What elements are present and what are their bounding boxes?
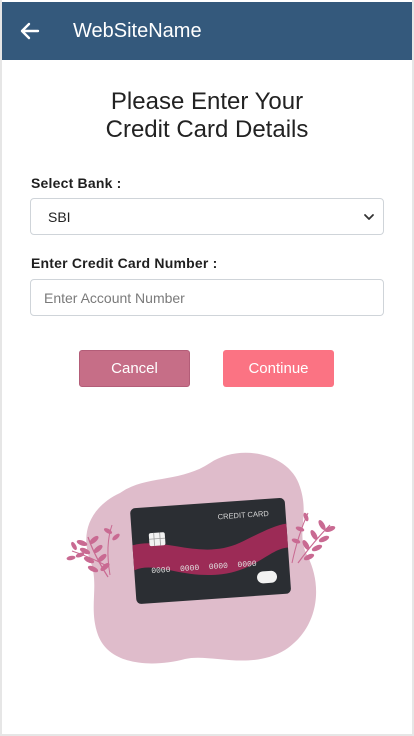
page-title-line-1: Please Enter Your — [110, 88, 304, 115]
credit-card-illustration: CREDIT CARD 0000 0000 0000 0000 — [66, 452, 336, 664]
card-logo-icon — [257, 570, 278, 584]
chip-icon — [148, 532, 166, 547]
site-name[interactable]: WebSiteName — [73, 20, 202, 43]
page-title: Please Enter Your Credit Card Details — [0, 88, 414, 144]
bank-select-value: SBI — [48, 208, 71, 225]
arrow-left-icon — [20, 22, 40, 40]
top-nav-bar: WebSiteName — [2, 2, 412, 60]
credit-card: CREDIT CARD 0000 0000 0000 0000 — [130, 498, 291, 604]
card-number-input[interactable] — [30, 279, 384, 316]
cancel-button[interactable]: Cancel — [79, 350, 190, 387]
bank-select[interactable]: SBI — [30, 198, 384, 235]
chevron-down-icon — [364, 214, 374, 220]
continue-button[interactable]: Continue — [223, 350, 334, 387]
select-bank-label: Select Bank : — [31, 175, 122, 191]
back-button[interactable] — [2, 2, 58, 60]
page-title-line-2: Credit Card Details — [105, 116, 309, 143]
card-number-label: Enter Credit Card Number : — [31, 255, 218, 271]
